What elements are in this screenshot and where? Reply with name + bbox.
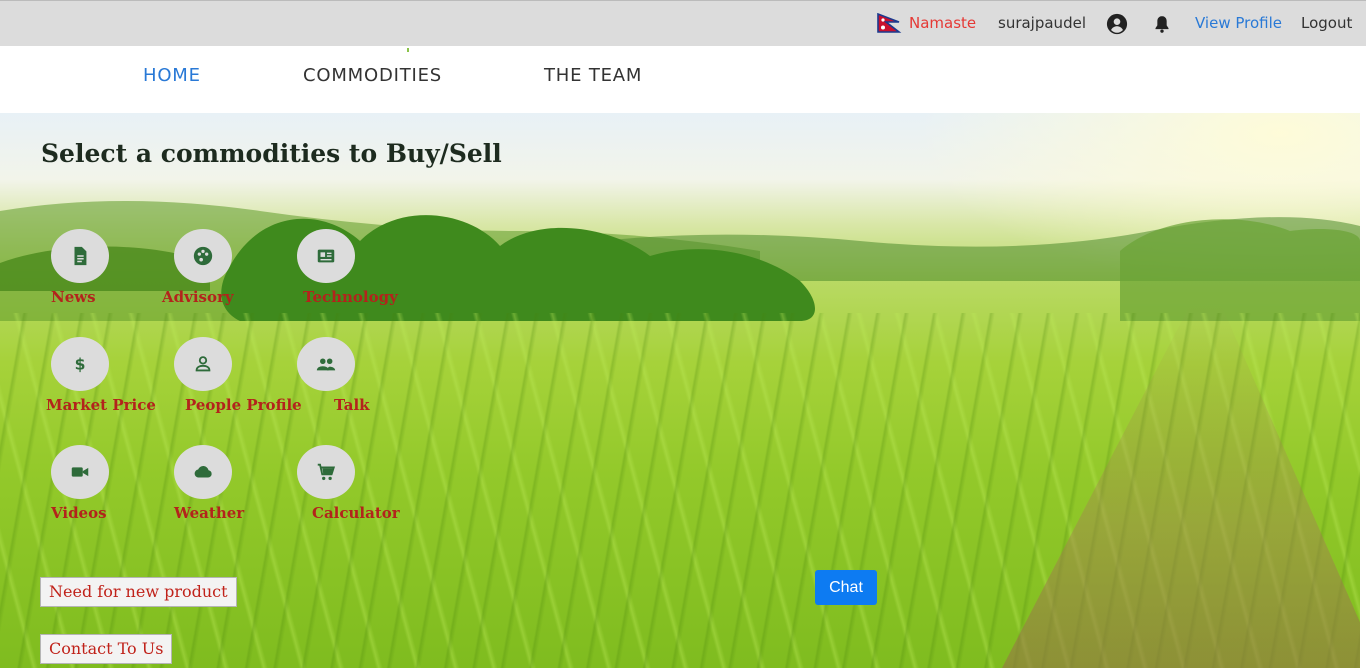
need-new-product-button[interactable]: Need for new product: [40, 577, 237, 607]
technology-tile-circle[interactable]: [297, 229, 355, 283]
video-camera-icon: [71, 467, 89, 477]
tile-people-profile[interactable]: People Profile: [174, 337, 304, 427]
user-circle-icon[interactable]: [1106, 13, 1128, 35]
username-text: surajpaudel: [998, 14, 1086, 32]
tile-label: People Profile: [185, 396, 302, 414]
nepal-flag-icon: [877, 13, 902, 33]
cloud-icon: [194, 466, 212, 478]
advisory-tile-circle[interactable]: [174, 229, 232, 283]
videos-tile-circle[interactable]: [51, 445, 109, 499]
hero-section: Select a commodities to Buy/Sell News Ad…: [0, 113, 1360, 668]
news-tile-circle[interactable]: [51, 229, 109, 283]
people-icon: [316, 358, 336, 371]
palette-icon: [193, 246, 213, 266]
people-profile-tile-circle[interactable]: [174, 337, 232, 391]
chat-button[interactable]: Chat: [815, 570, 877, 605]
nav-item-the-team[interactable]: THE TEAM: [544, 65, 642, 86]
weather-tile-circle[interactable]: [174, 445, 232, 499]
tile-talk[interactable]: Talk: [297, 337, 427, 427]
tile-label: News: [51, 288, 96, 306]
tile-calculator[interactable]: Calculator: [297, 445, 427, 535]
tile-label: Technology: [303, 288, 398, 306]
tile-label: Calculator: [312, 504, 400, 522]
tile-label: Videos: [51, 504, 107, 522]
greeting-text: Namaste: [909, 14, 977, 32]
svg-text:$: $: [75, 356, 86, 374]
document-icon: [74, 246, 87, 266]
tile-news[interactable]: News: [40, 229, 170, 319]
cart-icon: [317, 463, 336, 481]
dollar-icon: $: [75, 356, 86, 374]
newspaper-icon: [317, 249, 335, 263]
page-title: Select a commodities to Buy/Sell: [41, 139, 502, 168]
tile-market-price[interactable]: $ Market Price: [40, 337, 170, 427]
tile-videos[interactable]: Videos: [40, 445, 170, 535]
contact-us-button[interactable]: Contact To Us: [40, 634, 173, 664]
nav-item-home[interactable]: HOME: [143, 65, 201, 86]
person-icon: [195, 356, 211, 372]
tile-advisory[interactable]: Advisory: [162, 229, 292, 319]
tile-label: Weather: [174, 504, 245, 522]
tile-label: Talk: [334, 396, 370, 414]
view-profile-link[interactable]: View Profile: [1195, 13, 1282, 33]
logout-link[interactable]: Logout: [1301, 13, 1352, 33]
talk-tile-circle[interactable]: [297, 337, 355, 391]
main-nav: HOME COMMODITIES THE TEAM: [0, 46, 1366, 113]
bell-icon[interactable]: [1152, 14, 1172, 34]
tile-technology[interactable]: Technology: [290, 229, 420, 319]
nav-indicator: [407, 48, 409, 52]
nav-item-commodities[interactable]: COMMODITIES: [303, 65, 442, 86]
right-edge-strip: [1360, 113, 1366, 668]
tile-label: Market Price: [46, 396, 156, 414]
tile-label: Advisory: [162, 288, 234, 306]
calculator-tile-circle[interactable]: [297, 445, 355, 499]
market-price-tile-circle[interactable]: $: [51, 337, 109, 391]
top-utility-bar: Namaste surajpaudel View Profile Logout: [0, 0, 1366, 46]
tile-weather[interactable]: Weather: [174, 445, 304, 535]
